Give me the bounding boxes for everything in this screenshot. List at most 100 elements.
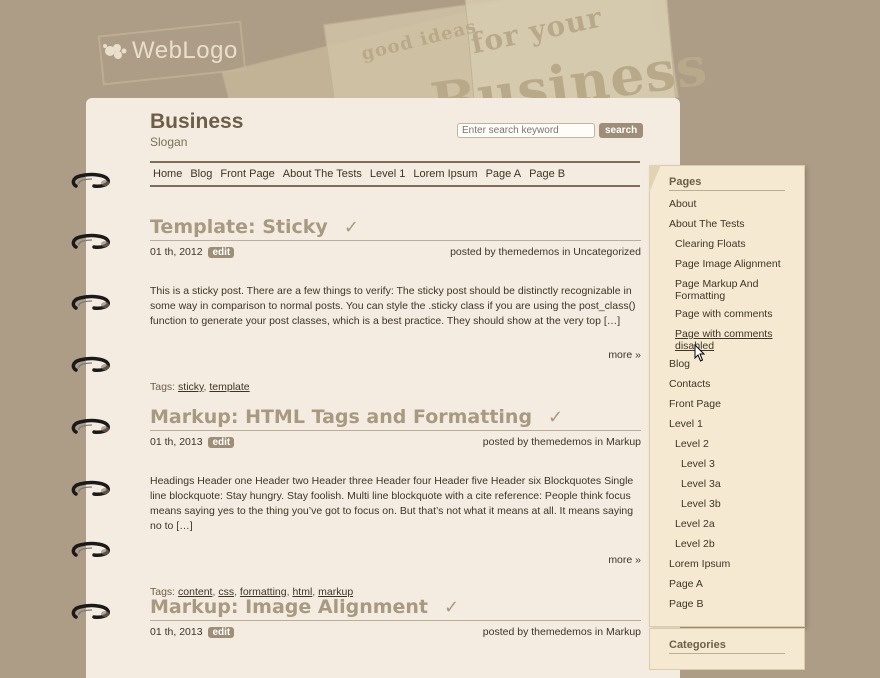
sidebar-page-item[interactable]: Level 2a bbox=[669, 518, 799, 530]
sidebar-page-item[interactable]: Level 1 bbox=[669, 418, 799, 430]
post: Template: Sticky ✓ 01 th, 2012 edit post… bbox=[150, 216, 641, 393]
sidebar-page-label: Level 1 bbox=[669, 418, 703, 430]
sidebar-page-label: Page A bbox=[669, 578, 703, 590]
flower-icon bbox=[103, 44, 127, 59]
nav-item-about-the-tests[interactable]: About The Tests bbox=[279, 168, 366, 180]
site-logo[interactable]: WebLogo bbox=[100, 37, 238, 65]
sidebar-heading: Categories bbox=[669, 639, 785, 654]
binder-ring-icon bbox=[71, 294, 110, 310]
sidebar-page-item[interactable]: Blog bbox=[669, 358, 799, 370]
sidebar-page-label: About The Tests bbox=[669, 218, 745, 230]
in-label: in bbox=[562, 246, 571, 258]
nav-item-level-1[interactable]: Level 1 bbox=[366, 168, 409, 180]
post-title-link[interactable]: Template: Sticky bbox=[150, 216, 328, 238]
sidebar-page-label: Blog bbox=[669, 358, 691, 370]
sidebar-page-item[interactable]: Page B bbox=[669, 598, 799, 610]
post: Markup: HTML Tags and Formatting ✓ 01 th… bbox=[150, 406, 641, 598]
tags-label: Tags: bbox=[150, 381, 176, 393]
post-category-link[interactable]: Markup bbox=[606, 436, 641, 448]
post-category-link[interactable]: Uncategorized bbox=[573, 246, 641, 258]
more-link[interactable]: more » bbox=[608, 349, 641, 361]
sidebar-page-item[interactable]: Page Image Alignment bbox=[669, 258, 799, 270]
tag-link[interactable]: template bbox=[209, 381, 249, 393]
post-author-link[interactable]: themedemos bbox=[531, 626, 592, 638]
sidebar-heading: Pages bbox=[669, 176, 785, 191]
sidebar-page-label: Page B bbox=[669, 598, 704, 610]
binder-ring-icon bbox=[71, 418, 110, 434]
sidebar-page-item[interactable]: Clearing Floats bbox=[669, 238, 799, 250]
sidebar-page-item[interactable]: Contacts bbox=[669, 378, 799, 390]
sidebar-page-label: Front Page bbox=[669, 398, 721, 410]
posted-by-label: posted by bbox=[482, 436, 529, 448]
sidebar-page-label: Contacts bbox=[669, 378, 711, 390]
binder-ring-icon bbox=[71, 233, 110, 249]
nav-item-blog[interactable]: Blog bbox=[186, 168, 216, 180]
site-slogan: Slogan bbox=[150, 135, 188, 149]
post-title: Markup: Image Alignment ✓ bbox=[150, 596, 641, 621]
nav-item-page-a[interactable]: Page A bbox=[482, 168, 525, 180]
sidebar-page-item[interactable]: Front Page bbox=[669, 398, 799, 410]
binder-ring-icon bbox=[71, 480, 110, 496]
sidebar-page-item[interactable]: About bbox=[669, 198, 799, 210]
nav-item-lorem-ipsum[interactable]: Lorem Ipsum bbox=[409, 168, 481, 180]
sidebar-page-label: Page with comments bbox=[675, 308, 773, 320]
posted-by-label: posted by bbox=[450, 246, 496, 258]
nav-item-home[interactable]: Home bbox=[150, 168, 186, 180]
search-form: search bbox=[457, 123, 644, 138]
post-tags: Tags: sticky, template bbox=[150, 381, 250, 393]
tag-link[interactable]: sticky bbox=[178, 381, 203, 393]
post-meta: 01 th, 2012 edit posted by themedemos in… bbox=[150, 246, 641, 258]
sidebar-page-label: Level 3 bbox=[681, 458, 715, 470]
post-author-link[interactable]: themedemos bbox=[531, 436, 592, 448]
sidebar-page-label: Level 3b bbox=[681, 498, 721, 510]
post-date: 01 th, 2013 bbox=[150, 436, 203, 448]
search-input[interactable] bbox=[457, 123, 595, 138]
edit-button[interactable]: edit bbox=[208, 627, 235, 638]
more-link[interactable]: more » bbox=[608, 554, 641, 566]
edit-button[interactable]: edit bbox=[208, 247, 235, 258]
sidebar-page-item[interactable]: Page A bbox=[669, 578, 799, 590]
post-meta: 01 th, 2013 edit posted by themedemos in… bbox=[150, 626, 641, 638]
checkmark-icon: ✓ bbox=[444, 596, 460, 618]
post-title: Template: Sticky ✓ bbox=[150, 216, 641, 241]
sidebar-page-item[interactable]: Level 3b bbox=[669, 498, 799, 510]
site-title[interactable]: Business bbox=[150, 110, 243, 134]
sidebar-page-item[interactable]: Lorem Ipsum bbox=[669, 558, 799, 570]
sidebar-page-item[interactable]: Level 2 bbox=[669, 438, 799, 450]
sidebar-page-label: Level 3a bbox=[681, 478, 721, 490]
posted-by-label: posted by bbox=[482, 626, 529, 638]
sidebar-page-label: Level 2a bbox=[675, 518, 715, 530]
sidebar-page-label: Lorem Ipsum bbox=[669, 558, 731, 570]
post-title-link[interactable]: Markup: HTML Tags and Formatting bbox=[150, 406, 532, 428]
sidebar-page-item[interactable]: Level 3 bbox=[669, 458, 799, 470]
sidebar-page-label: Level 2b bbox=[675, 538, 715, 550]
page-fold bbox=[649, 165, 661, 193]
post-author-link[interactable]: themedemos bbox=[499, 246, 560, 258]
in-label: in bbox=[594, 626, 604, 638]
nav-item-front-page[interactable]: Front Page bbox=[216, 168, 278, 180]
sidebar-page-item[interactable]: Page Markup And Formatting bbox=[669, 278, 785, 302]
main-nav: Home Blog Front Page About The Tests Lev… bbox=[150, 161, 640, 187]
search-button[interactable]: search bbox=[599, 123, 644, 138]
checkmark-icon: ✓ bbox=[548, 406, 564, 428]
sidebar-page-item[interactable]: About The Tests bbox=[669, 218, 799, 230]
binder-ring-icon bbox=[71, 356, 110, 372]
nav-item-page-b[interactable]: Page B bbox=[525, 168, 569, 180]
post-title: Markup: HTML Tags and Formatting ✓ bbox=[150, 406, 641, 431]
sidebar-page-item[interactable]: Level 3a bbox=[669, 478, 799, 490]
sidebar-page-label: Page with comments disabled bbox=[675, 328, 773, 352]
post-category-link[interactable]: Markup bbox=[606, 626, 641, 638]
sidebar-page-item[interactable]: Level 2b bbox=[669, 538, 799, 550]
post-title-link[interactable]: Markup: Image Alignment bbox=[150, 596, 428, 618]
post-meta: 01 th, 2013 edit posted by themedemos in… bbox=[150, 436, 641, 448]
sidebar-page-label: About bbox=[669, 198, 697, 210]
post: Markup: Image Alignment ✓ 01 th, 2013 ed… bbox=[150, 596, 641, 638]
post-date: 01 th, 2013 bbox=[150, 626, 203, 638]
mouse-cursor-icon bbox=[694, 344, 706, 362]
sidebar-page-label: Clearing Floats bbox=[675, 238, 746, 250]
edit-button[interactable]: edit bbox=[208, 437, 235, 448]
post-excerpt: Headings Header one Header two Header th… bbox=[150, 475, 634, 532]
sidebar-page-label: Level 2 bbox=[675, 438, 709, 450]
sidebar-page-item[interactable]: Page with comments bbox=[669, 308, 799, 320]
sidebar-page-item[interactable]: Page with comments disabled bbox=[669, 328, 785, 352]
